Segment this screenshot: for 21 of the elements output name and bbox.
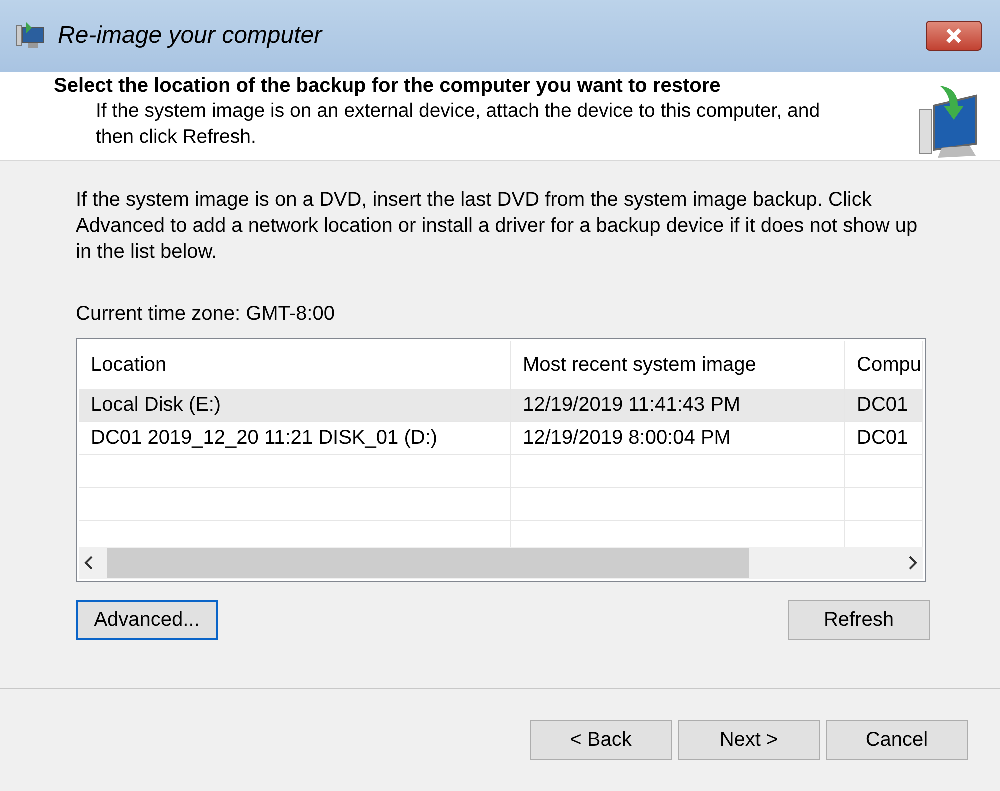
computer-icon [16, 22, 46, 50]
advanced-button[interactable]: Advanced... [76, 600, 218, 640]
table-cell[interactable]: Local Disk (E:) [79, 389, 511, 422]
table-cell[interactable]: DC01 2019_12_20 11:21 DISK_01 (D:) [79, 422, 511, 455]
table-cell[interactable]: DC01 [845, 422, 923, 455]
close-button[interactable] [926, 21, 982, 51]
cancel-button[interactable]: Cancel [826, 720, 968, 760]
back-button[interactable]: < Back [530, 720, 672, 760]
table-cell[interactable]: 12/19/2019 11:41:43 PM [511, 389, 845, 422]
header-title: Select the location of the backup for the computer you want to restore [54, 74, 722, 98]
refresh-button[interactable]: Refresh [788, 600, 930, 640]
close-icon [945, 28, 963, 44]
window-title: Re-image your computer [58, 22, 324, 50]
header-subtitle: If the system image is on an external device, attach the device to this computer, and then click Refresh. [95, 99, 822, 150]
table-cell[interactable]: 12/19/2019 8:00:04 PM [511, 422, 845, 455]
next-button[interactable]: Next > [678, 720, 820, 760]
horizontal-scrollbar[interactable] [79, 547, 923, 579]
scrollbar-thumb[interactable] [107, 548, 749, 578]
instructions-text: If the system image is on a DVD, insert the last DVD from the system image backup. Click Advanced to add a network location or install a driver for a backup device if it does not show up in the list below. [76, 188, 919, 265]
table-cell[interactable]: DC01 [845, 389, 923, 422]
time-zone-label: Current time zone: GMT-8:00 [76, 303, 336, 326]
